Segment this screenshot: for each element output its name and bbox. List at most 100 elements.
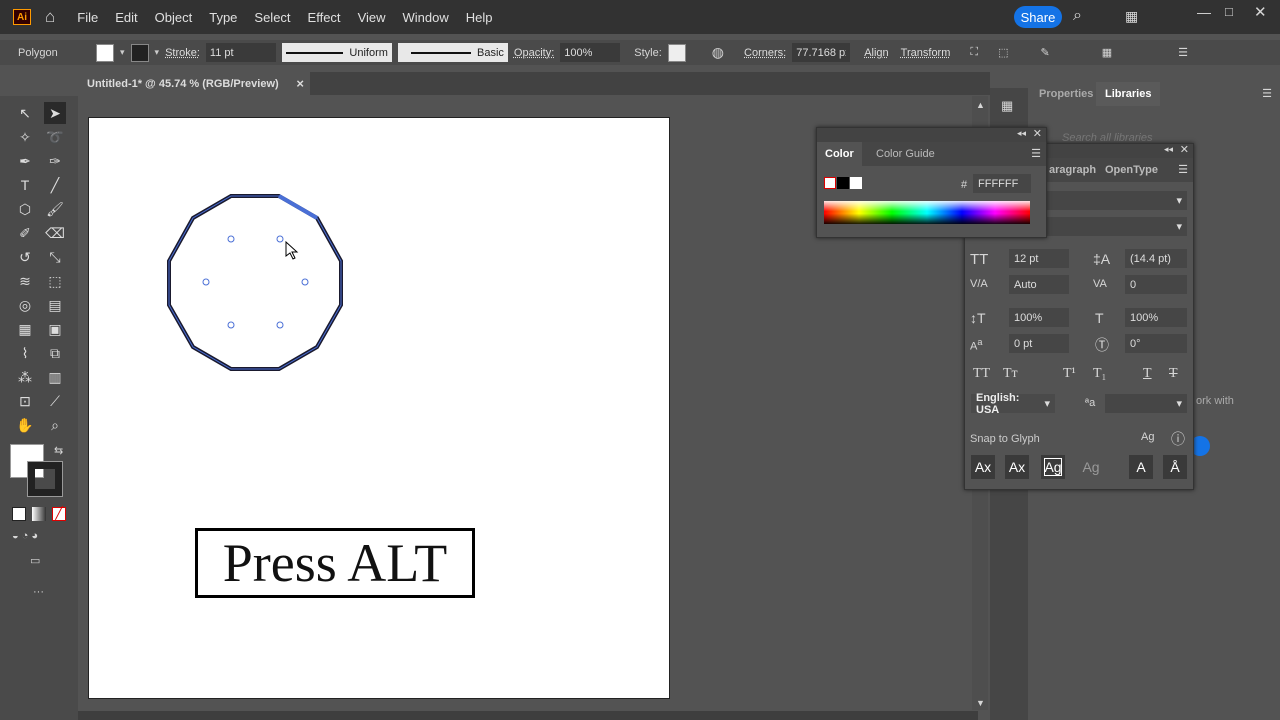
tab-properties[interactable]: Properties <box>1030 82 1102 106</box>
color-mode-color[interactable] <box>12 507 26 521</box>
variable-width-profile[interactable]: Uniform <box>281 43 392 62</box>
snap-glyph-bounds-button[interactable]: Ag <box>1041 455 1065 479</box>
eyedropper-icon[interactable]: ⌇ <box>14 342 36 364</box>
superscript-button[interactable]: T¹ <box>1063 366 1076 382</box>
arrange-docs-icon[interactable]: ▦ <box>1102 46 1112 59</box>
libraries-dock-icon[interactable]: ▦ <box>1001 98 1013 114</box>
perspective-icon[interactable]: ▤ <box>44 294 66 316</box>
collapse-icon[interactable]: ◂◂ <box>1017 128 1026 139</box>
polygon-tool-icon[interactable]: ⬡ <box>14 198 36 220</box>
minimize-icon[interactable]: — <box>1197 4 1211 20</box>
hex-input[interactable]: FFFFFF <box>973 174 1031 193</box>
leading-input[interactable]: (14.4 pt) <box>1125 249 1187 268</box>
close-panel-icon[interactable]: ✕ <box>1033 127 1042 140</box>
tab-color[interactable]: Color <box>817 142 862 166</box>
horizontal-scale-input[interactable]: 100% <box>1125 308 1187 327</box>
warp-icon[interactable]: ≋ <box>14 270 36 292</box>
type-tool-icon[interactable]: T <box>14 174 36 196</box>
close-window-icon[interactable]: ✕ <box>1254 3 1267 21</box>
magic-wand-icon[interactable]: ✧ <box>14 126 36 148</box>
white-swatch[interactable] <box>850 177 862 189</box>
tracking-input[interactable]: 0 <box>1125 275 1187 294</box>
stroke-weight-input[interactable]: 11 pt <box>205 43 276 62</box>
stroke-swatch[interactable] <box>130 43 149 62</box>
underline-button[interactable]: T <box>1143 366 1152 382</box>
blend-icon[interactable]: ⧉ <box>44 342 66 364</box>
menu-type[interactable]: Type <box>209 10 237 25</box>
search-icon[interactable]: ⌕ <box>1073 7 1082 25</box>
menu-effect[interactable]: Effect <box>308 10 341 25</box>
strikethrough-button[interactable]: T <box>1169 366 1178 382</box>
hand-icon[interactable]: ✋ <box>14 414 36 436</box>
opacity-input[interactable]: 100% <box>560 43 621 62</box>
fill-swatch[interactable] <box>96 43 114 62</box>
recolor-icon[interactable]: ◍ <box>712 44 724 61</box>
tab-paragraph[interactable]: aragraph <box>1049 164 1096 176</box>
glyph-icon[interactable]: Ag <box>1141 431 1154 443</box>
panel-menu-icon[interactable]: ☰ <box>1178 163 1188 176</box>
color-mode-gradient[interactable] <box>32 507 46 521</box>
tab-libraries[interactable]: Libraries <box>1096 82 1161 106</box>
rotation-input[interactable]: 0° <box>1125 334 1187 353</box>
transform-button[interactable]: Transform <box>901 47 951 59</box>
opacity-label[interactable]: Opacity: <box>514 47 554 59</box>
lasso-icon[interactable]: ➰ <box>44 126 66 148</box>
select-similar-icon[interactable]: ⬚ <box>998 46 1008 59</box>
rotate-icon[interactable]: ↺ <box>14 246 36 268</box>
align-button[interactable]: Align <box>864 47 888 59</box>
menu-help[interactable]: Help <box>466 10 493 25</box>
share-button[interactable]: Share <box>1014 6 1062 28</box>
maximize-icon[interactable]: □ <box>1225 4 1233 19</box>
tab-color-guide[interactable]: Color Guide <box>876 148 935 160</box>
pen-tool-icon[interactable]: ✒ <box>14 150 36 172</box>
black-swatch[interactable] <box>837 177 849 189</box>
chevron-down-icon[interactable]: ▾ <box>120 47 125 58</box>
curvature-icon[interactable]: ✑ <box>44 150 66 172</box>
draw-mode-icon[interactable]: ◒ ◔ ◕ <box>12 530 38 542</box>
color-mode-none[interactable]: ╱ <box>52 507 66 521</box>
subscript-button[interactable]: T₁ <box>1093 366 1106 382</box>
snap-x-height-button[interactable]: Ax <box>1005 455 1029 479</box>
snap-angular-button[interactable]: A <box>1129 455 1153 479</box>
artwork[interactable] <box>89 118 671 700</box>
snap-baseline-button[interactable]: Ax <box>971 455 995 479</box>
scale-icon[interactable]: ⤡ <box>44 246 66 268</box>
puppet-warp-icon[interactable]: ✎ <box>1041 46 1050 59</box>
snap-proximity-button[interactable]: Ag <box>1079 455 1103 479</box>
none-swatch[interactable] <box>824 177 836 189</box>
more-tools-icon[interactable]: ··· <box>33 586 44 598</box>
mesh-icon[interactable]: ▦ <box>14 318 36 340</box>
panel-menu-icon[interactable]: ☰ <box>1031 147 1041 160</box>
stroke-label[interactable]: Stroke: <box>165 47 200 59</box>
menu-file[interactable]: File <box>77 10 98 25</box>
menu-icon[interactable]: ☰ <box>1178 46 1188 59</box>
selection-tool-icon[interactable]: ↖ <box>14 102 36 124</box>
menu-view[interactable]: View <box>358 10 386 25</box>
stroke-color-box[interactable] <box>27 461 63 497</box>
free-transform-icon[interactable]: ⬚ <box>44 270 66 292</box>
swap-icon[interactable]: ⇆ <box>54 444 63 457</box>
color-spectrum[interactable] <box>824 201 1030 224</box>
artboard[interactable]: Press ALT <box>88 117 670 699</box>
corners-label[interactable]: Corners: <box>744 47 786 59</box>
vertical-scale-input[interactable]: 100% <box>1009 308 1069 327</box>
shaper-icon[interactable]: ✐ <box>14 222 36 244</box>
line-tool-icon[interactable]: ╱ <box>44 174 66 196</box>
symbol-sprayer-icon[interactable]: ⁂ <box>14 366 36 388</box>
font-size-input[interactable]: 12 pt <box>1009 249 1069 268</box>
anti-aliasing-select[interactable]: ▾ <box>1105 394 1187 413</box>
brush-definition[interactable]: Basic <box>397 43 508 62</box>
style-swatch[interactable] <box>667 43 686 62</box>
close-panel-icon[interactable]: ✕ <box>1180 143 1189 156</box>
screen-mode-icon[interactable]: ▭ <box>30 554 40 567</box>
snap-anchor-button[interactable]: Å <box>1163 455 1187 479</box>
chevron-down-icon[interactable]: ▾ <box>155 47 160 58</box>
menu-object[interactable]: Object <box>155 10 193 25</box>
close-tab-icon[interactable]: × <box>296 76 304 91</box>
corners-input[interactable]: 77.7168 px <box>792 43 851 62</box>
home-icon[interactable]: ⌂ <box>45 7 55 27</box>
kerning-input[interactable]: Auto <box>1009 275 1069 294</box>
shape-builder-icon[interactable]: ◎ <box>14 294 36 316</box>
menu-select[interactable]: Select <box>254 10 290 25</box>
slice-icon[interactable]: ⟋ <box>44 390 66 412</box>
